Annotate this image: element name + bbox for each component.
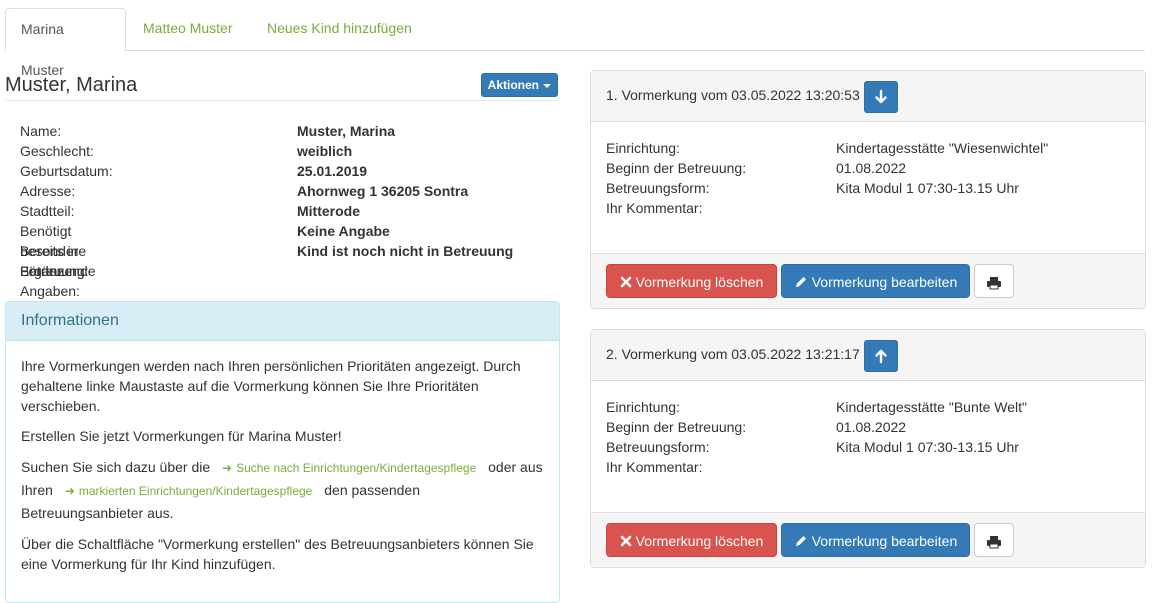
- search-facilities-link-label: Suche nach Einrichtungen/Kindertagespfle…: [236, 461, 477, 475]
- print-icon: [987, 277, 1001, 290]
- info-panel-body: Ihre Vormerkungen werden nach Ihren pers…: [21, 356, 546, 584]
- edit-reservation-label: Vormerkung bearbeiten: [811, 274, 958, 290]
- reservation-label: Ihr Kommentar:: [606, 200, 703, 216]
- info-text-part: Suchen Sie sich dazu über die: [21, 459, 211, 475]
- child-header: Muster, Marina Aktionen: [5, 72, 558, 101]
- detail-value: Keine Angabe: [297, 223, 390, 239]
- actions-dropdown-button[interactable]: Aktionen: [480, 73, 558, 97]
- reservation-value: Kita Modul 1 07:30-13.15 Uhr: [836, 180, 1019, 196]
- delete-reservation-label: Vormerkung löschen: [635, 274, 764, 290]
- reservation-value: Kindertagesstätte "Wiesenwichtel": [836, 140, 1049, 156]
- detail-value: 25.01.2019: [297, 163, 368, 179]
- reservation-row: Ihr Kommentar:: [606, 198, 1126, 218]
- detail-value: Mitterode: [297, 203, 360, 219]
- child-tabs: Marina Muster Matteo Muster Neues Kind h…: [5, 8, 1145, 78]
- arrow-right-icon: ➜: [64, 484, 75, 498]
- pencil-icon: [795, 535, 806, 546]
- info-text: Ihre Vormerkungen werden nach Ihren pers…: [21, 358, 521, 414]
- delete-reservation-label: Vormerkung löschen: [635, 533, 764, 549]
- reservation-label: Betreuungsform:: [606, 439, 710, 455]
- edit-reservation-button[interactable]: Vormerkung bearbeiten: [781, 264, 970, 298]
- detail-value: Muster, Marina: [297, 123, 396, 139]
- info-text: Erstellen Sie jetzt Vormerkungen für Mar…: [21, 428, 342, 444]
- reservation-label: Beginn der Betreuung:: [606, 160, 747, 176]
- reservation-label: Beginn der Betreuung:: [606, 419, 747, 435]
- reservation-row: Beginn der Betreuung: 01.08.2022: [606, 158, 1126, 178]
- edit-reservation-label: Vormerkung bearbeiten: [811, 533, 958, 549]
- move-up-button[interactable]: [864, 340, 898, 372]
- tab-add-child[interactable]: Neues Kind hinzufügen: [252, 8, 427, 49]
- detail-value: weiblich: [297, 143, 353, 159]
- caret-down-icon: [543, 83, 551, 88]
- reservation-details: Einrichtung: Kindertagesstätte "Bunte Wel…: [591, 381, 1145, 511]
- reservation-row: Betreuungsform: Kita Modul 1 07:30-13.15 …: [606, 178, 1126, 198]
- reservation-value: Kindertagesstätte "Bunte Welt": [836, 399, 1028, 415]
- info-panel: Informationen Ihre Vormerkungen werden n…: [5, 301, 560, 603]
- reservation-label: Ihr Kommentar:: [606, 459, 703, 475]
- detail-label: Geschlecht:: [20, 143, 94, 159]
- detail-label: Stadtteil:: [20, 203, 75, 219]
- reservation-value: 01.08.2022: [836, 419, 907, 435]
- info-panel-title: Informationen: [6, 302, 559, 341]
- reservation-row: Beginn der Betreuung: 01.08.2022: [606, 417, 1126, 437]
- reservation-label: Betreuungsform:: [606, 180, 710, 196]
- move-down-button[interactable]: [864, 81, 898, 113]
- reservation-label: Einrichtung:: [606, 399, 680, 415]
- reservation-actions: Vormerkung löschen Vormerkung bearbeiten: [591, 512, 1145, 567]
- reservation-panel-header: 1. Vormerkung vom 03.05.2022 13:20:53: [591, 71, 1145, 122]
- detail-value: Kind ist noch nicht in Betreuung: [297, 243, 514, 259]
- arrow-up-icon: [875, 349, 887, 364]
- reservation-title: 2. Vormerkung vom 03.05.2022 13:21:17: [606, 346, 860, 362]
- reservation-panel[interactable]: 1. Vormerkung vom 03.05.2022 13:20:53 Ei…: [590, 70, 1146, 309]
- reservation-value: 01.08.2022: [836, 160, 907, 176]
- tab-marina-muster[interactable]: Marina Muster: [5, 8, 126, 78]
- arrow-right-icon: ➜: [222, 461, 233, 475]
- search-facilities-link[interactable]: ➜ Suche nach Einrichtungen/Kindertagespfl…: [222, 461, 476, 475]
- delete-reservation-button[interactable]: Vormerkung löschen: [606, 264, 777, 298]
- reservation-value: Kita Modul 1 07:30-13.15 Uhr: [836, 439, 1019, 455]
- edit-reservation-button[interactable]: Vormerkung bearbeiten: [781, 523, 970, 557]
- detail-label: Ergänzende Angaben:: [20, 263, 96, 299]
- marked-facilities-link-label: markierten Einrichtungen/Kindertagespfle…: [78, 484, 313, 498]
- print-reservation-button[interactable]: [974, 264, 1014, 298]
- delete-reservation-button[interactable]: Vormerkung löschen: [606, 523, 777, 557]
- detail-label: Name:: [20, 123, 62, 139]
- detail-label: Adresse:: [20, 183, 76, 199]
- marked-facilities-link[interactable]: ➜ markierten Einrichtungen/Kindertagespfl…: [65, 484, 313, 498]
- reservation-row: Ihr Kommentar:: [606, 457, 1126, 477]
- detail-label: Geburtsdatum:: [20, 163, 113, 179]
- pencil-icon: [795, 276, 806, 287]
- arrow-down-icon: [875, 89, 887, 104]
- actions-label: Aktionen: [487, 78, 539, 92]
- reservation-row: Einrichtung: Kindertagesstätte "Bunte Wel…: [606, 397, 1126, 417]
- reservation-row: Einrichtung: Kindertagesstätte "Wiesenwic…: [606, 138, 1126, 158]
- info-text: Über die Schaltfläche "Vormerkung erstel…: [21, 536, 534, 572]
- print-icon: [987, 536, 1001, 549]
- reservation-label: Einrichtung:: [606, 140, 680, 156]
- detail-value: Ahornweg 1 36205 Sontra: [297, 183, 469, 199]
- reservation-actions: Vormerkung löschen Vormerkung bearbeiten: [591, 253, 1145, 308]
- remove-icon: [620, 535, 631, 547]
- reservation-panel[interactable]: 2. Vormerkung vom 03.05.2022 13:21:17 Ei…: [590, 329, 1146, 568]
- reservation-row: Betreuungsform: Kita Modul 1 07:30-13.15 …: [606, 437, 1126, 457]
- reservation-details: Einrichtung: Kindertagesstätte "Wiesenwic…: [591, 122, 1145, 252]
- info-text: Suchen Sie sich dazu über die ➜ Suche nac…: [21, 456, 546, 524]
- remove-icon: [620, 276, 631, 288]
- child-heading: Muster, Marina: [5, 74, 138, 96]
- tab-matteo-muster[interactable]: Matteo Muster: [128, 8, 247, 49]
- print-reservation-button[interactable]: [974, 523, 1014, 557]
- reservation-title: 1. Vormerkung vom 03.05.2022 13:20:53: [606, 87, 860, 103]
- reservation-panel-header: 2. Vormerkung vom 03.05.2022 13:21:17: [591, 330, 1145, 381]
